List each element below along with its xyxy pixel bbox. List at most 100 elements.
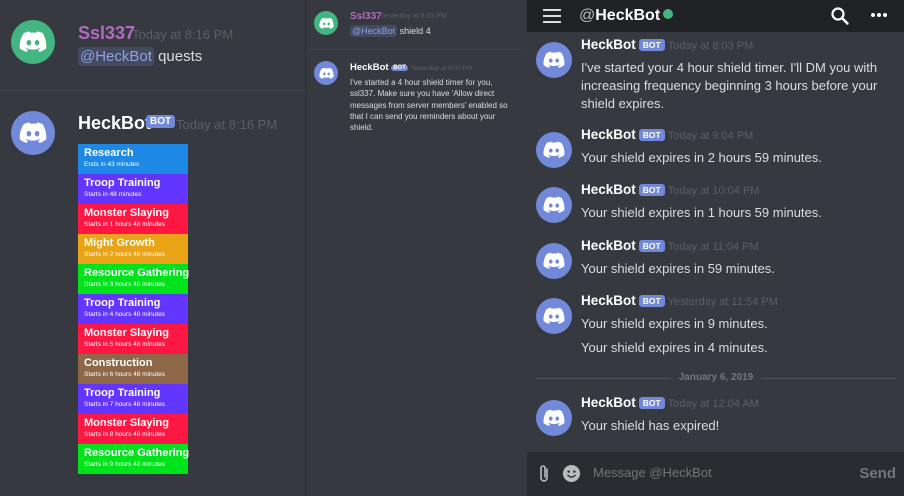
user-avatar[interactable] — [314, 11, 338, 35]
message-timestamp: Today at 8:03 PM — [667, 40, 754, 52]
user-name[interactable]: Ssl337 — [350, 11, 382, 22]
discord-logo-icon — [543, 194, 565, 216]
bot-badge: BOT — [638, 295, 665, 307]
quest-name: Construction — [84, 357, 153, 369]
quest-item: Resource Gathering Starts in 3 hours 48 m… — [78, 264, 190, 294]
message-text: Your shield expires in 4 minutes. — [581, 340, 768, 355]
bot-avatar[interactable] — [536, 187, 572, 223]
bot-badge: BOT — [391, 65, 408, 71]
quest-status: Starts in 3 hours 48 minutes — [84, 281, 165, 288]
bot-name[interactable]: HeckBot — [581, 238, 636, 253]
quest-name: Troop Training — [84, 177, 161, 189]
bot-name[interactable]: HeckBot — [581, 182, 636, 197]
quest-status: Starts in 2 hours 48 minutes — [84, 251, 165, 258]
quest-item: Resource Gathering Starts in 9 hours 48 m… — [78, 444, 190, 474]
quest-item: Monster Slaying Starts in 1 hours 48 minu… — [78, 204, 188, 234]
search-icon[interactable] — [830, 6, 850, 26]
bot-avatar[interactable] — [536, 243, 572, 279]
message-text: I've started your 4 hour shield timer. I… — [581, 60, 878, 111]
discord-logo-icon — [543, 250, 565, 272]
bot-message-text: I've started a 4 hour shield timer for y… — [350, 78, 508, 133]
quest-status: Starts in 4 hours 48 minutes — [84, 311, 165, 318]
bot-avatar[interactable] — [536, 42, 572, 78]
quest-item: Troop Training Starts in 4 hours 48 minut… — [78, 294, 188, 324]
bot-badge: BOT — [146, 115, 176, 128]
message-timestamp: Yesterday at 8:03 PM — [380, 13, 447, 20]
quest-item: Construction Starts in 6 hours 48 minutes — [78, 354, 188, 384]
date-divider: January 6, 2019 — [536, 370, 896, 386]
message-text: Your shield has expired! — [581, 418, 720, 433]
quest-status: Starts in 6 hours 48 minutes — [84, 371, 165, 378]
bot-header: HeckBot BOT Yesterday at 8:03 PM — [350, 62, 472, 73]
bot-avatar[interactable] — [536, 400, 572, 436]
user-mention[interactable]: @HeckBot — [78, 47, 154, 66]
quest-item: Troop Training Starts in 48 minutes — [78, 174, 188, 204]
message-header: HeckBot BOT Today at 12:04 AM — [581, 395, 759, 410]
message-content: @HeckBot quests — [78, 47, 203, 66]
quest-name: Monster Slaying — [84, 327, 169, 339]
discord-logo-icon — [19, 28, 47, 56]
message-timestamp: Today at 8:16 PM — [132, 27, 234, 42]
bot-name[interactable]: HeckBot — [581, 37, 636, 52]
left-chat-panel: Ssl337 Today at 8:16 PM @HeckBot quests … — [0, 0, 305, 496]
bot-badge: BOT — [638, 39, 665, 51]
dm-title-name: HeckBot — [595, 7, 661, 24]
message-text: quests — [158, 48, 203, 65]
message-timestamp: Yesterday at 8:03 PM — [410, 65, 473, 72]
quest-list: Research Ends in 43 minutes Troop Training… — [78, 144, 190, 474]
discord-logo-icon — [543, 139, 565, 161]
message-timestamp: Today at 10:04 PM — [667, 185, 760, 197]
message-timestamp: Today at 11:04 PM — [667, 241, 759, 253]
discord-logo-icon — [319, 66, 334, 81]
bot-name[interactable]: HeckBot — [78, 113, 151, 134]
bot-badge: BOT — [638, 184, 665, 196]
date-divider-label: January 6, 2019 — [670, 372, 762, 383]
message-text: Your shield expires in 9 minutes. — [581, 316, 768, 331]
quest-name: Troop Training — [84, 387, 161, 399]
emoji-icon[interactable] — [562, 464, 581, 483]
dm-title: @HeckBot — [579, 7, 674, 25]
bot-avatar[interactable] — [314, 61, 338, 85]
send-button[interactable]: Send — [859, 465, 896, 482]
bot-name[interactable]: HeckBot — [581, 293, 636, 308]
more-options-icon[interactable] — [870, 9, 888, 23]
message-timestamp: Today at 8:16 PM — [176, 117, 278, 132]
quest-name: Troop Training — [84, 297, 161, 309]
user-name[interactable]: Ssl337 — [78, 23, 135, 44]
quest-status: Ends in 43 minutes — [84, 161, 140, 168]
quest-status: Starts in 5 hours 48 minutes — [84, 341, 165, 348]
quest-name: Might Growth — [84, 237, 155, 249]
discord-logo-icon — [543, 49, 565, 71]
quest-name: Resource Gathering — [84, 447, 190, 459]
discord-logo-icon — [543, 305, 565, 327]
attachment-icon[interactable] — [537, 464, 551, 484]
dm-panel: @HeckBot HeckBot BOT Today at 8:03 PM I've … — [527, 0, 904, 496]
message-text: Your shield expires in 1 hours 59 minute… — [581, 205, 822, 220]
quest-name: Resource Gathering — [84, 267, 190, 279]
message-header: HeckBot BOT Today at 10:04 PM — [581, 182, 759, 197]
bot-avatar[interactable] — [11, 111, 55, 155]
message-timestamp: Today at 12:04 AM — [667, 398, 759, 410]
message-timestamp: Today at 9:04 PM — [667, 130, 754, 142]
bot-name[interactable]: HeckBot — [581, 395, 636, 410]
quest-item: Monster Slaying Starts in 8 hours 48 minu… — [78, 414, 188, 444]
bot-avatar[interactable] — [536, 132, 572, 168]
message-text: Your shield expires in 59 minutes. — [581, 261, 775, 276]
message-text: Your shield expires in 2 hours 59 minute… — [581, 150, 822, 165]
user-mention[interactable]: @HeckBot — [350, 25, 398, 37]
dm-header: @HeckBot — [527, 0, 904, 32]
message-header: HeckBot BOT Today at 8:03 PM — [581, 37, 753, 52]
user-avatar[interactable] — [11, 20, 55, 64]
bot-name[interactable]: HeckBot — [350, 62, 389, 73]
bot-avatar[interactable] — [536, 298, 572, 334]
bot-name[interactable]: HeckBot — [581, 127, 636, 142]
bot-badge: BOT — [638, 397, 665, 409]
menu-icon[interactable] — [543, 9, 561, 23]
message-timestamp: Yesterday at 11:54 PM — [667, 296, 778, 308]
quest-name: Research — [84, 147, 134, 159]
discord-logo-icon — [19, 119, 47, 147]
online-status-icon — [663, 9, 674, 19]
quest-name: Monster Slaying — [84, 417, 169, 429]
quest-item: Troop Training Starts in 7 hours 48 minut… — [78, 384, 188, 414]
message-input[interactable] — [593, 465, 843, 480]
